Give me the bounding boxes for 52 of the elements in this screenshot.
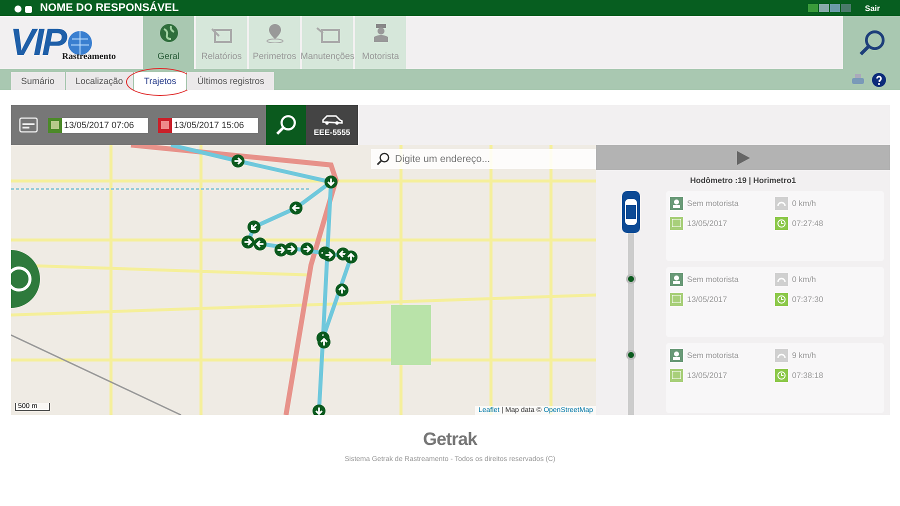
speed-value: 9 km/h bbox=[792, 350, 816, 360]
play-icon bbox=[736, 150, 750, 164]
pin-icon bbox=[266, 23, 284, 43]
end-date-field[interactable]: 13/05/2017 15:06 bbox=[172, 118, 258, 132]
address-search-field[interactable]: Digite um endereço... bbox=[371, 149, 596, 169]
event-date: 13/05/2017 bbox=[687, 370, 728, 380]
search-button[interactable] bbox=[843, 16, 900, 69]
event-date: 13/05/2017 bbox=[687, 294, 728, 304]
search-icon bbox=[858, 28, 886, 56]
sub-tab[interactable]: Localização bbox=[66, 72, 134, 90]
driver-icon bbox=[670, 348, 683, 362]
event-time: 07:38:18 bbox=[792, 370, 824, 380]
speedometer-icon bbox=[775, 196, 788, 210]
search-icon bbox=[376, 152, 390, 166]
driver-name: Sem motorista bbox=[687, 350, 739, 360]
event-time: 07:37:30 bbox=[792, 294, 824, 304]
driver-icon bbox=[670, 196, 683, 210]
search-button[interactable] bbox=[266, 105, 306, 145]
card-icon[interactable] bbox=[19, 116, 38, 134]
car-icon bbox=[321, 114, 343, 124]
sub-tab[interactable]: Sumário bbox=[11, 72, 65, 90]
driver-icon bbox=[372, 23, 388, 43]
globe-icon bbox=[158, 23, 178, 43]
clock-icon bbox=[775, 292, 788, 306]
clock-icon bbox=[775, 368, 788, 382]
odometer-summary: Hodômetro :19 | Horimetro1 bbox=[689, 176, 797, 185]
speed-value: 0 km/h bbox=[792, 198, 816, 208]
driver-name: Sem motorista bbox=[687, 198, 739, 208]
speedometer-icon bbox=[775, 272, 788, 286]
start-date-field[interactable]: 13/05/2017 07:06 bbox=[62, 118, 148, 132]
logout-link[interactable]: Sair bbox=[864, 4, 880, 12]
search-icon bbox=[275, 114, 297, 136]
speedometer-icon bbox=[775, 348, 788, 362]
event-time: 07:27:48 bbox=[792, 218, 824, 228]
event-date: 13/05/2017 bbox=[687, 218, 728, 228]
car-icon bbox=[622, 191, 640, 233]
speed-value: 0 km/h bbox=[792, 274, 816, 284]
clock-icon bbox=[775, 216, 788, 230]
sub-tab[interactable]: Trajetos bbox=[134, 72, 186, 90]
driver-name: Sem motorista bbox=[687, 274, 739, 284]
nav-tab[interactable]: Geral bbox=[143, 16, 194, 69]
sub-tab[interactable]: Últimos registros bbox=[187, 72, 274, 90]
driver-icon bbox=[670, 272, 683, 286]
language-flags[interactable] bbox=[808, 4, 851, 12]
timeline-dot bbox=[626, 274, 636, 284]
timeline-dot bbox=[626, 350, 636, 360]
getrak-logo: Getrak bbox=[422, 429, 478, 450]
vehicle-button[interactable]: EEE-5555 bbox=[306, 105, 358, 145]
account-name: NOME DO RESPONSÁVEL bbox=[40, 2, 179, 14]
logo: VIPRastreamento bbox=[9, 20, 117, 66]
help-icon[interactable] bbox=[872, 72, 886, 86]
report-icon bbox=[210, 27, 232, 43]
